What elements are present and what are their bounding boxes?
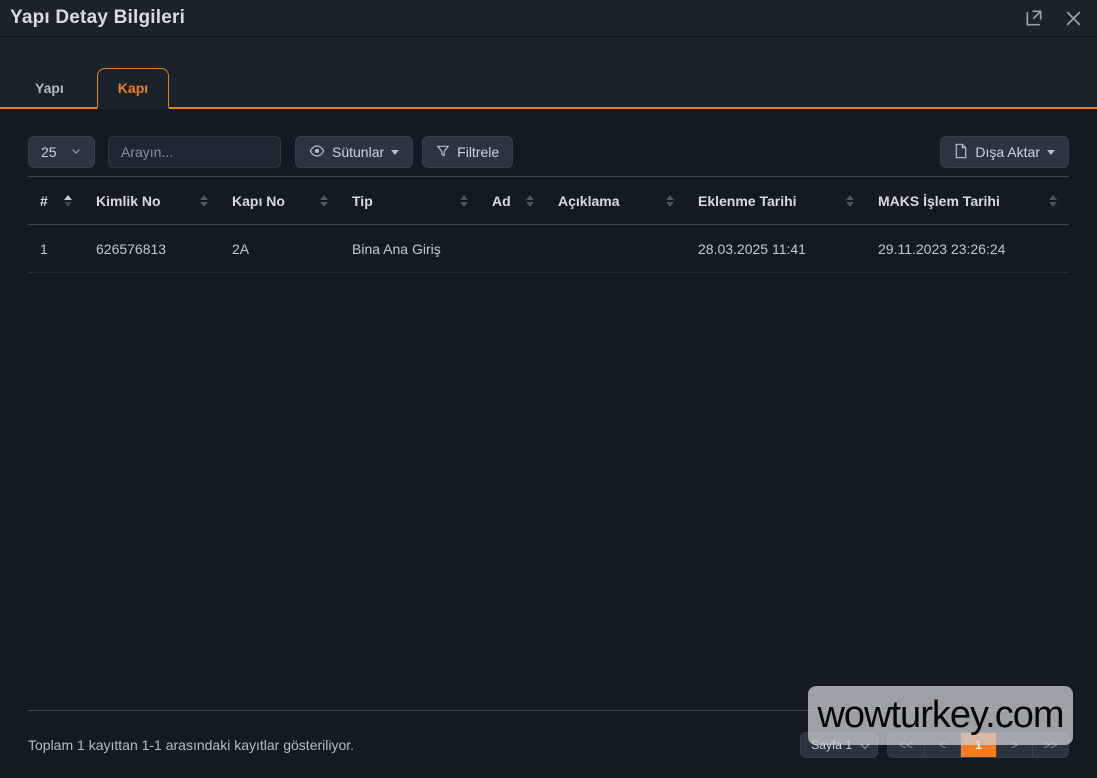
caret-down-icon [391, 149, 400, 155]
empty-table-space [28, 273, 1069, 710]
table-toolbar: 25 Sütunlar Filtrele [28, 136, 1069, 168]
caret-down-icon [1047, 149, 1055, 155]
file-icon [954, 143, 968, 162]
watermark: wowturkey.com [808, 686, 1073, 745]
filter-button[interactable]: Filtrele [422, 136, 514, 168]
column-header-maks-islem-tarihi[interactable]: MAKS İşlem Tarihi [866, 177, 1069, 225]
export-button[interactable]: Dışa Aktar [940, 136, 1069, 168]
column-header-ad[interactable]: Ad [480, 177, 546, 225]
table-header-row: # Kimlik No Kapı No Tip Ad Açıklama Ekle… [28, 176, 1069, 225]
open-in-new-window-icon[interactable] [1024, 8, 1044, 28]
sort-arrows-icon [526, 194, 534, 207]
tab-content: 25 Sütunlar Filtrele [0, 109, 1097, 778]
page-size-select[interactable]: 25 [28, 136, 95, 168]
cell-eklenme-tarihi: 28.03.2025 11:41 [686, 224, 866, 273]
chevron-down-icon [70, 144, 82, 160]
sort-arrows-icon [320, 194, 328, 207]
funnel-icon [436, 144, 450, 161]
columns-button-label: Sütunlar [332, 144, 385, 160]
tab-kapi[interactable]: Kapı [96, 68, 170, 109]
cell-index: 1 [28, 224, 84, 273]
sort-arrows-icon [64, 194, 72, 207]
records-summary: Toplam 1 kayıttan 1-1 arasındaki kayıtla… [28, 737, 355, 753]
column-header-aciklama[interactable]: Açıklama [546, 177, 686, 225]
modal-header: Yapı Detay Bilgileri [0, 0, 1097, 37]
sort-arrows-icon [666, 194, 674, 207]
cell-kapi-no: 2A [220, 224, 340, 273]
export-button-label: Dışa Aktar [975, 144, 1040, 160]
header-icons [1024, 8, 1083, 28]
column-header-kapi-no[interactable]: Kapı No [220, 177, 340, 225]
close-icon[interactable] [1064, 9, 1083, 28]
tab-yapi[interactable]: Yapı [14, 68, 85, 107]
cell-ad [480, 224, 546, 273]
eye-icon [309, 143, 325, 162]
yapi-detay-modal: { "header": { "title": "Yapı Detay Bilgi… [0, 0, 1097, 778]
cell-kimlik-no: 626576813 [84, 224, 220, 273]
cell-aciklama [546, 224, 686, 273]
cell-maks-islem-tarihi: 29.11.2023 23:26:24 [866, 224, 1069, 273]
tab-bar: Yapı Kapı [0, 37, 1097, 109]
column-header-index[interactable]: # [28, 177, 84, 225]
columns-button[interactable]: Sütunlar [295, 136, 414, 168]
table-row[interactable]: 1 626576813 2A Bina Ana Giriş 28.03.2025… [28, 224, 1069, 273]
column-header-eklenme-tarihi[interactable]: Eklenme Tarihi [686, 177, 866, 225]
sort-arrows-icon [1049, 194, 1057, 207]
page-size-value: 25 [41, 144, 57, 160]
column-header-kimlik-no[interactable]: Kimlik No [84, 177, 220, 225]
filter-button-label: Filtrele [457, 144, 500, 160]
sort-arrows-icon [846, 194, 854, 207]
search-input[interactable] [108, 136, 281, 168]
cell-tip: Bina Ana Giriş [340, 224, 480, 273]
column-header-tip[interactable]: Tip [340, 177, 480, 225]
sort-arrows-icon [460, 194, 468, 207]
page-title: Yapı Detay Bilgileri [10, 7, 186, 28]
kapi-table: # Kimlik No Kapı No Tip Ad Açıklama Ekle… [28, 176, 1069, 273]
sort-arrows-icon [200, 194, 208, 207]
